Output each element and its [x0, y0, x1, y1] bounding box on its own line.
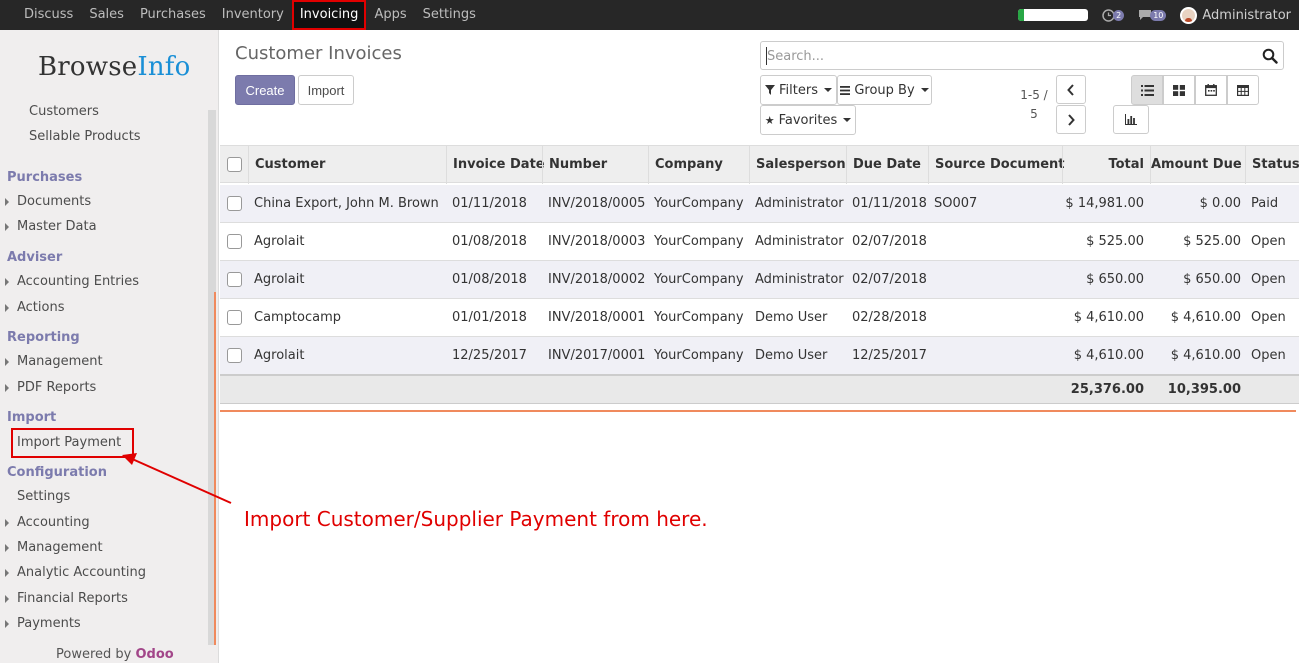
- annotation-arrow: [122, 453, 232, 504]
- annotation-text: Import Customer/Supplier Payment from he…: [244, 507, 708, 531]
